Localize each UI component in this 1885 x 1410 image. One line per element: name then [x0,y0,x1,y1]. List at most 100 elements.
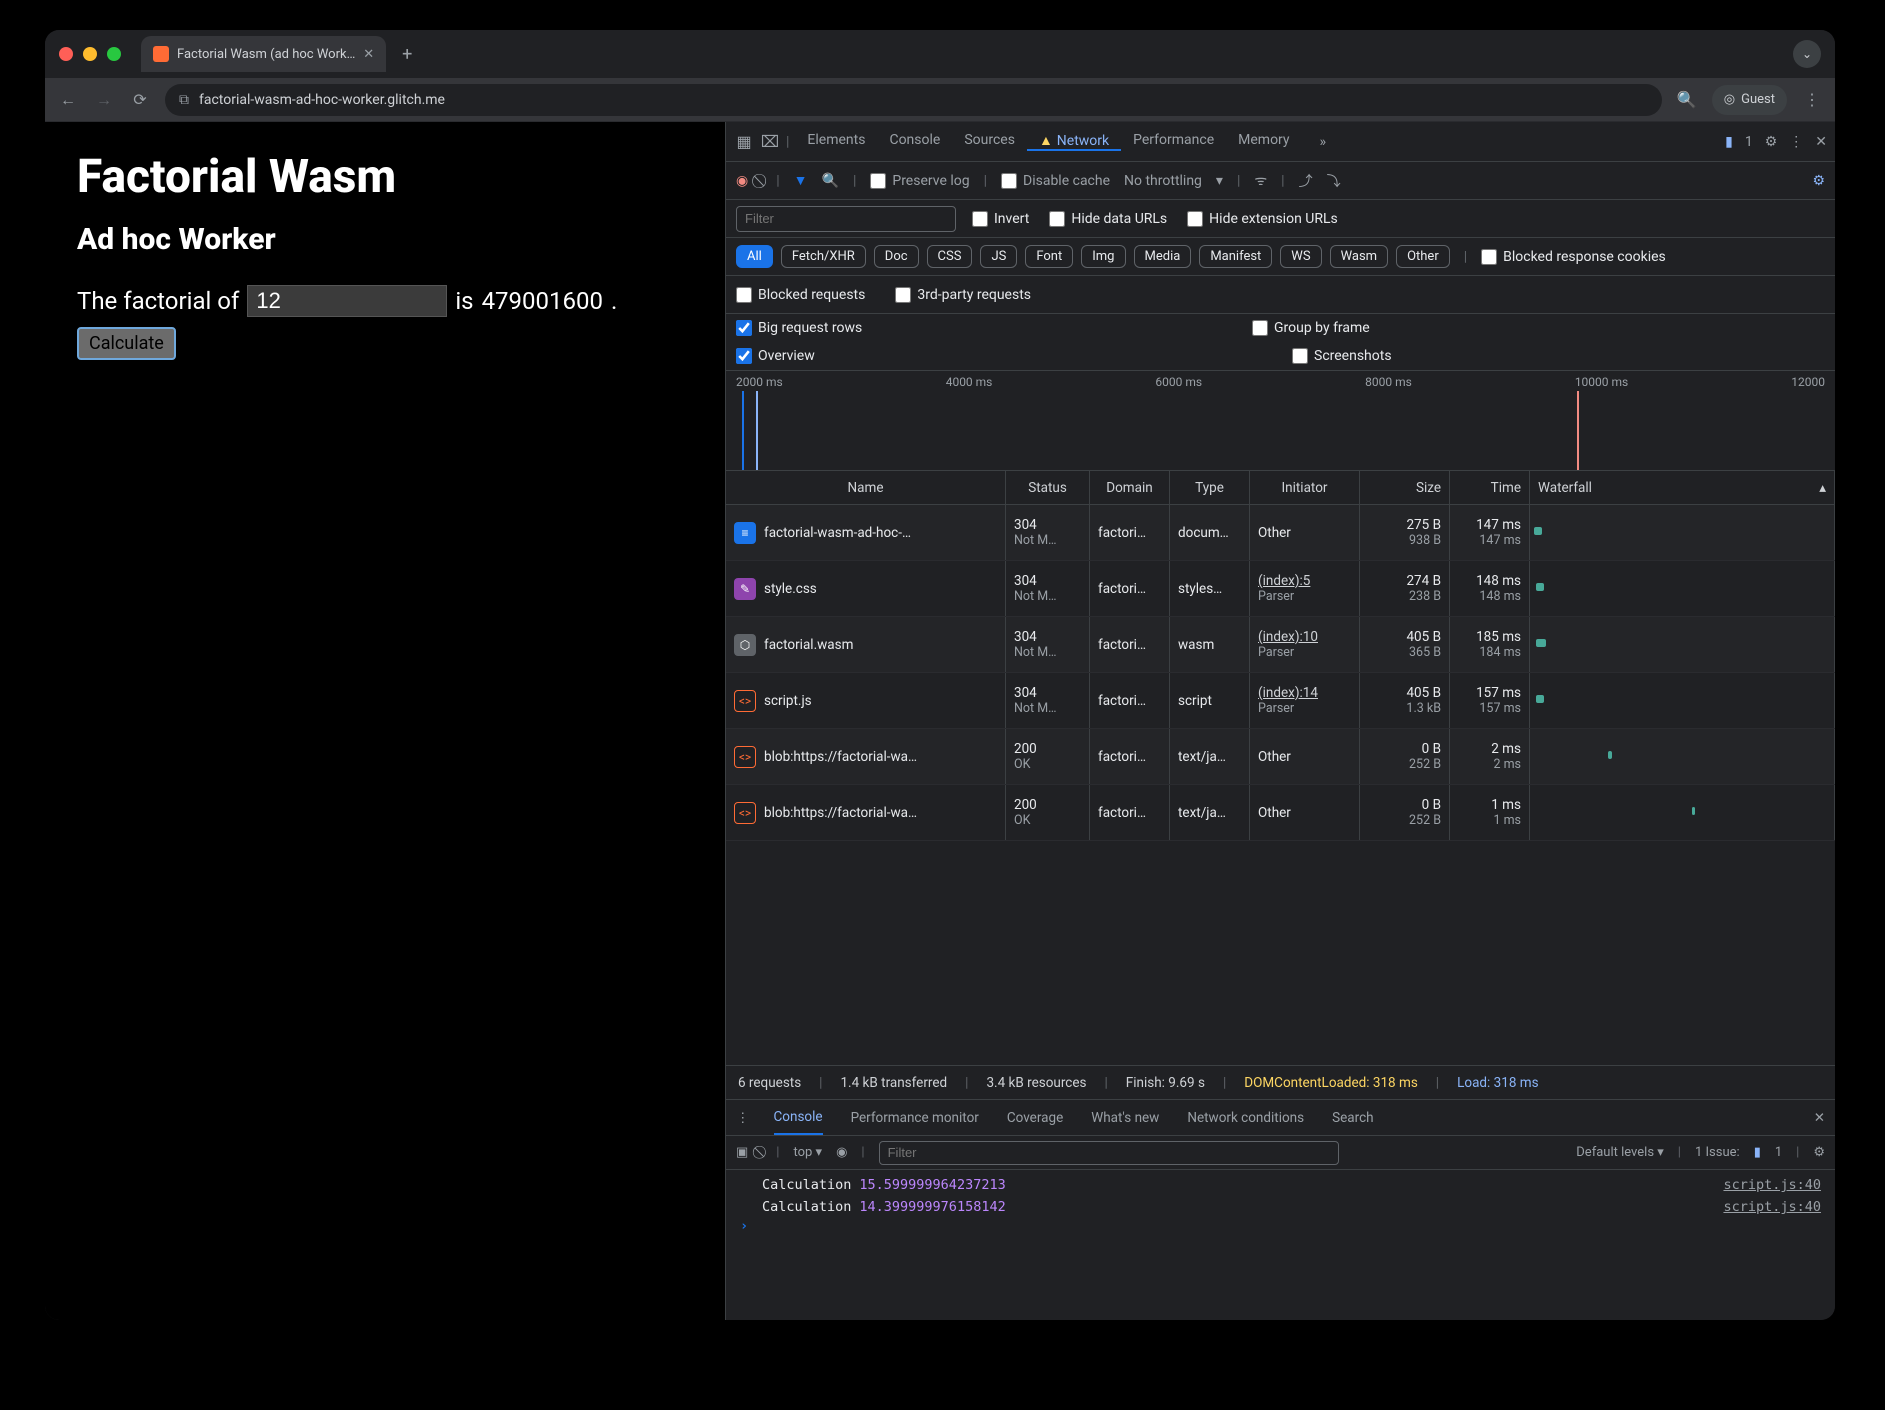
issues-icon[interactable]: ▮ [1725,134,1733,150]
type-pill-js[interactable]: JS [980,245,1017,268]
filter-check-hide-data-urls[interactable]: Hide data URLs [1049,211,1167,227]
calculate-button[interactable]: Calculate [77,327,176,360]
console-body[interactable]: Calculation 15.599999964237213script.js:… [726,1170,1835,1320]
network-settings-icon[interactable]: ⚙ [1812,173,1825,189]
type-pill-css[interactable]: CSS [927,245,973,268]
type-pill-doc[interactable]: Doc [874,245,919,268]
throttle-select[interactable]: No throttling [1124,173,1202,189]
drawer-kebab-icon[interactable]: ⋮ [736,1110,750,1126]
close-window-button[interactable] [59,47,73,61]
network-filter-input[interactable] [736,206,956,232]
table-row[interactable]: ≡factorial-wasm-ad-hoc-…304Not M…factori… [726,505,1835,561]
kebab-menu-button[interactable]: ⋮ [1801,90,1823,109]
type-pill-manifest[interactable]: Manifest [1199,245,1272,268]
type-pill-fetch-xhr[interactable]: Fetch/XHR [781,245,866,268]
blocked-requests-check[interactable]: Blocked requests [736,287,865,303]
drawer-tab-what's-new[interactable]: What's new [1091,1110,1159,1126]
overview-check[interactable]: Overview [736,348,1036,364]
console-sidebar-icon[interactable]: ▣ [736,1145,748,1160]
type-pill-ws[interactable]: WS [1280,245,1321,268]
disable-cache-check[interactable]: Disable cache [1001,173,1110,189]
table-row[interactable]: <>blob:https://factorial-wa…200OKfactori… [726,729,1835,785]
col-domain[interactable]: Domain [1090,471,1170,504]
col-name[interactable]: Name [726,471,1006,504]
drawer-tab-search[interactable]: Search [1332,1110,1373,1126]
browser-tab[interactable]: Factorial Wasm (ad hoc Work… ✕ [141,36,386,72]
thirdparty-requests-check[interactable]: 3rd-party requests [895,287,1031,303]
new-tab-button[interactable]: + [394,44,420,65]
network-overview[interactable]: 2000 ms4000 ms6000 ms8000 ms10000 ms1200… [726,371,1835,471]
devtools-close-icon[interactable]: ✕ [1815,134,1827,150]
settings-gear-icon[interactable]: ⚙ [1765,134,1778,150]
devtools-tab-network[interactable]: ▲Network [1027,132,1121,151]
devtools-tab-elements[interactable]: Elements [795,132,877,148]
filter-check-invert[interactable]: Invert [972,211,1029,227]
devtools-tab-memory[interactable]: Memory [1226,132,1301,148]
preserve-log-check[interactable]: Preserve log [870,173,969,189]
minimize-window-button[interactable] [83,47,97,61]
console-source-link[interactable]: script.js:40 [1723,1177,1821,1193]
profile-badge[interactable]: ◎ Guest [1712,85,1787,115]
console-context-select[interactable]: top ▾ [793,1145,822,1160]
type-pill-other[interactable]: Other [1396,245,1450,268]
drawer-tab-network-conditions[interactable]: Network conditions [1187,1110,1304,1126]
devtools-kebab-icon[interactable]: ⋮ [1789,134,1803,150]
table-row[interactable]: <>script.js304Not M…factori…script(index… [726,673,1835,729]
drawer-tab-performance-monitor[interactable]: Performance monitor [851,1110,979,1126]
drawer-close-icon[interactable]: ✕ [1814,1110,1825,1126]
drawer-tab-coverage[interactable]: Coverage [1007,1110,1063,1126]
col-size[interactable]: Size [1360,471,1450,504]
search-icon[interactable]: 🔍 [822,173,839,189]
console-settings-icon[interactable]: ⚙ [1813,1145,1825,1160]
reload-button[interactable]: ⟳ [129,90,151,109]
console-issue-icon[interactable]: ▮ [1754,1145,1761,1160]
console-levels-select[interactable]: Default levels ▾ [1576,1145,1664,1160]
table-row[interactable]: <>blob:https://factorial-wa…200OKfactori… [726,785,1835,841]
col-time[interactable]: Time [1450,471,1530,504]
url-field[interactable]: ⧉ factorial-wasm-ad-hoc-worker.glitch.me [165,84,1662,116]
maximize-window-button[interactable] [107,47,121,61]
screenshots-check[interactable]: Screenshots [1292,348,1592,364]
col-type[interactable]: Type [1170,471,1250,504]
table-row[interactable]: ⬡factorial.wasm304Not M…factori…wasm(ind… [726,617,1835,673]
group-frame-check[interactable]: Group by frame [1252,320,1552,336]
inspect-element-icon[interactable]: ▦ [734,132,754,151]
blocked-cookies-check[interactable]: Blocked response cookies [1481,249,1666,265]
device-toolbar-icon[interactable]: ⌧ [760,132,780,151]
site-info-icon[interactable]: ⧉ [179,92,189,108]
console-eye-icon[interactable]: ◉ [836,1145,847,1160]
table-row[interactable]: ✎style.css304Not M…factori…styles…(index… [726,561,1835,617]
forward-button[interactable]: → [93,90,115,110]
record-button[interactable]: ◉ [736,173,748,189]
devtools-tab-console[interactable]: Console [877,132,952,148]
more-tabs-button[interactable]: » [1308,122,1339,161]
zoom-icon[interactable]: 🔍 [1676,90,1698,109]
filter-icon[interactable]: ▼ [794,172,808,189]
drawer-tab-console[interactable]: Console [774,1100,823,1135]
factorial-input[interactable] [247,285,447,317]
close-tab-icon[interactable]: ✕ [363,47,374,62]
back-button[interactable]: ← [57,90,79,110]
devtools-tab-sources[interactable]: Sources [952,132,1027,148]
overview-tick: 12000 [1791,375,1825,389]
type-pill-wasm[interactable]: Wasm [1330,245,1389,268]
filter-check-hide-extension-urls[interactable]: Hide extension URLs [1187,211,1338,227]
throttle-caret-icon[interactable]: ▾ [1216,173,1223,189]
tab-overflow-button[interactable]: ⌄ [1793,40,1821,68]
type-pill-img[interactable]: Img [1081,245,1125,268]
console-filter-input[interactable] [879,1141,1339,1165]
download-har-icon[interactable]: ⤵ [1327,171,1341,191]
big-rows-check[interactable]: Big request rows [736,320,1036,336]
col-status[interactable]: Status [1006,471,1090,504]
devtools-tab-performance[interactable]: Performance [1121,132,1226,148]
upload-har-icon[interactable]: ⤴ [1299,171,1313,191]
console-source-link[interactable]: script.js:40 [1723,1199,1821,1215]
col-initiator[interactable]: Initiator [1250,471,1360,504]
type-pill-media[interactable]: Media [1134,245,1192,268]
col-waterfall[interactable]: Waterfall▴ [1530,471,1835,504]
table-header[interactable]: NameStatusDomainTypeInitiatorSizeTimeWat… [726,471,1835,505]
console-prompt[interactable]: › [726,1218,1835,1234]
type-pill-font[interactable]: Font [1025,245,1073,268]
type-pill-all[interactable]: All [736,245,773,268]
wifi-icon[interactable]: ᯤ [1254,171,1267,190]
